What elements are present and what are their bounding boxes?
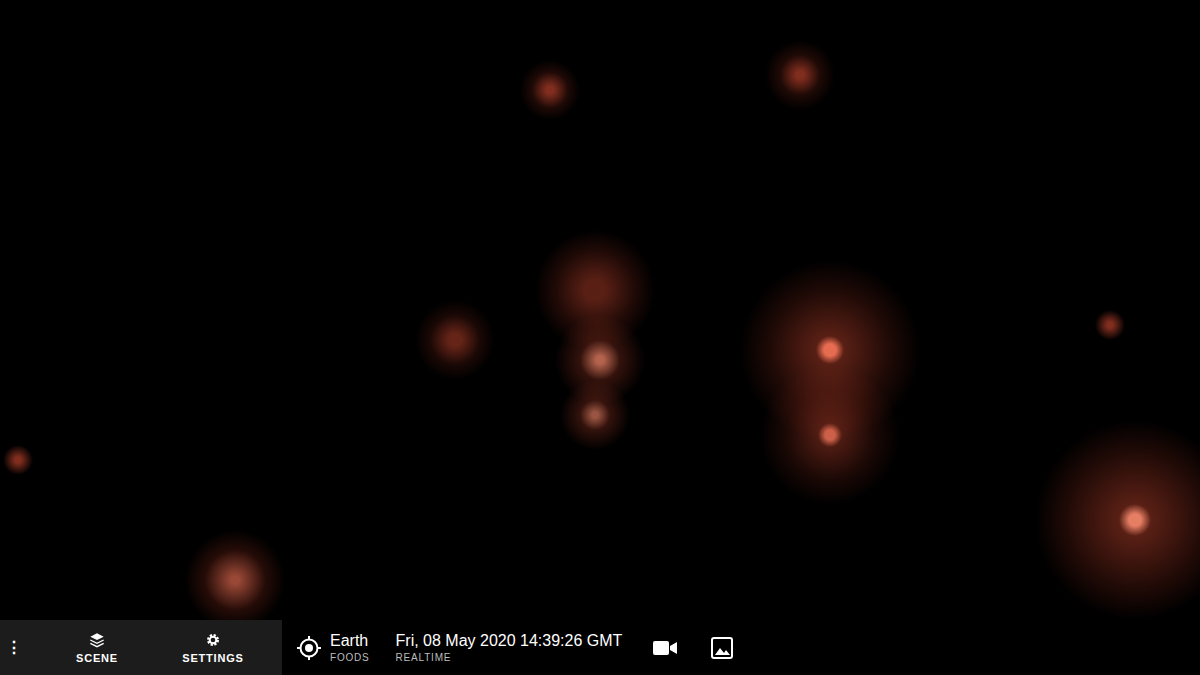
toolbar-panel: ⋮ SCENE SETTINGS xyxy=(0,620,282,675)
scene-button[interactable]: SCENE xyxy=(62,632,132,664)
toolbar: ⋮ SCENE SETTINGS Earth FOODS Fri, 08 May 2020… xyxy=(0,620,1200,675)
time-value: Fri, 08 May 2020 14:39:26 GMT xyxy=(396,632,623,650)
time-display[interactable]: Fri, 08 May 2020 14:39:26 GMT REALTIME xyxy=(396,632,623,663)
target-selector[interactable]: Earth FOODS xyxy=(296,632,370,663)
app-root: ⋮ SCENE SETTINGS Earth FOODS Fri, 08 May 2020… xyxy=(0,0,1200,675)
settings-label: SETTINGS xyxy=(182,652,243,664)
crosshair-icon xyxy=(296,635,322,661)
record-button[interactable] xyxy=(650,640,680,656)
scene-label: SCENE xyxy=(76,652,118,664)
screenshot-button[interactable] xyxy=(707,637,737,659)
target-name: Earth xyxy=(330,632,370,650)
gear-icon xyxy=(205,632,221,648)
time-mode: REALTIME xyxy=(396,652,623,663)
target-subtitle: FOODS xyxy=(330,652,370,663)
scene-canvas[interactable] xyxy=(0,0,1200,620)
settings-button[interactable]: SETTINGS xyxy=(168,632,258,664)
layers-icon xyxy=(89,632,105,648)
video-camera-icon xyxy=(653,640,677,656)
menu-button[interactable]: ⋮ xyxy=(0,638,28,657)
image-icon xyxy=(711,637,733,659)
